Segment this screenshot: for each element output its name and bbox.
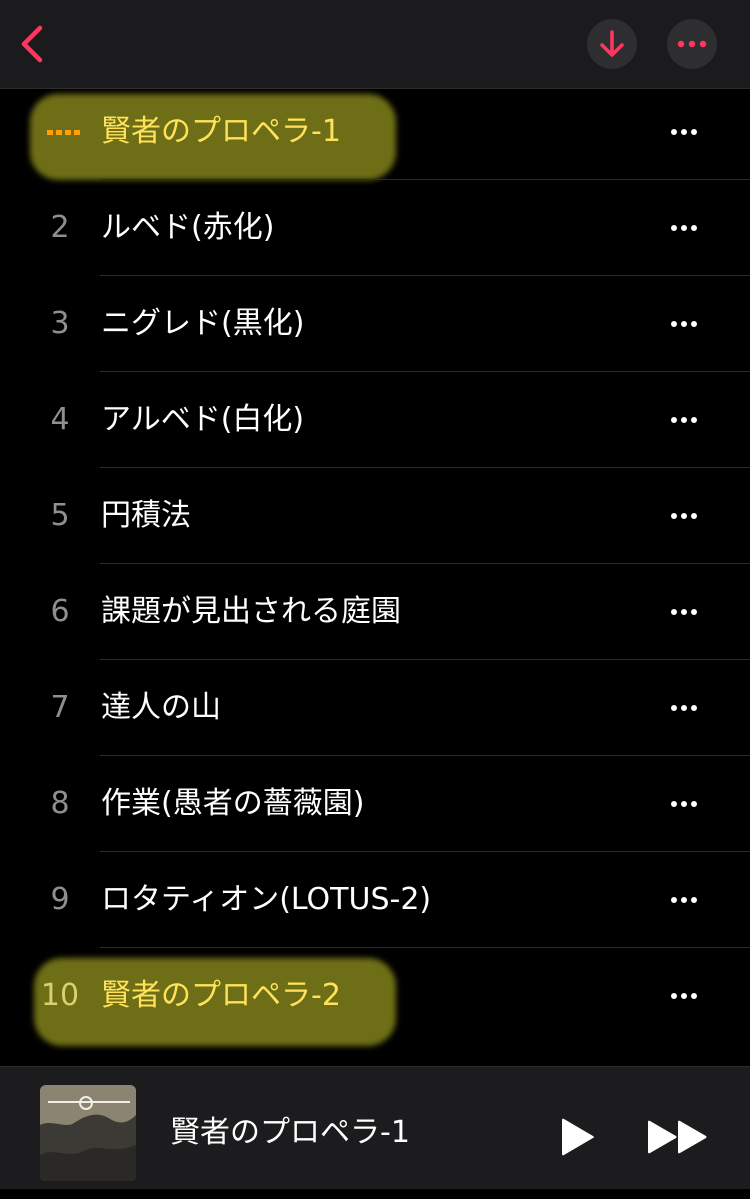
track-row[interactable]: 7 達人の山 xyxy=(0,660,750,756)
track-more-button[interactable] xyxy=(654,690,714,726)
album-art[interactable] xyxy=(40,1085,136,1181)
fast-forward-icon xyxy=(648,1120,707,1154)
track-title: 円積法 xyxy=(101,498,191,533)
now-playing-icon xyxy=(47,130,80,135)
play-icon xyxy=(562,1118,594,1156)
track-row[interactable]: 5 円積法 xyxy=(0,468,750,564)
track-title: ロタティオン(LOTUS-2) xyxy=(101,882,432,917)
track-number: 7 xyxy=(50,690,70,725)
track-more-button[interactable] xyxy=(654,594,714,630)
track-title: ニグレド(黒化) xyxy=(101,306,305,341)
track-title: 達人の山 xyxy=(101,690,221,725)
track-row[interactable]: 8 作業(愚者の薔薇園) xyxy=(0,756,750,852)
track-more-button[interactable] xyxy=(654,210,714,246)
download-button[interactable] xyxy=(587,19,637,69)
more-options-button[interactable] xyxy=(667,19,717,69)
back-button[interactable] xyxy=(10,20,54,68)
track-number: 5 xyxy=(50,498,70,533)
track-number: 10 xyxy=(40,978,80,1013)
track-row[interactable]: 10 賢者のプロペラ-2 xyxy=(0,948,750,1044)
track-more-button[interactable] xyxy=(654,306,714,342)
arrow-down-icon xyxy=(600,30,624,57)
track-row[interactable]: 2 ルベド(赤化) xyxy=(0,180,750,276)
track-title: ルベド(赤化) xyxy=(101,210,275,245)
track-row[interactable]: 6 課題が見出される庭園 xyxy=(0,564,750,660)
now-playing-title[interactable]: 賢者のプロペラ-1 xyxy=(170,1067,410,1199)
track-more-button[interactable] xyxy=(654,114,714,150)
track-row[interactable]: 4 アルベド(白化) xyxy=(0,372,750,468)
track-number: 3 xyxy=(50,306,70,341)
track-title: 課題が見出される庭園 xyxy=(101,594,401,629)
chevron-left-icon xyxy=(21,25,43,63)
track-number: 9 xyxy=(50,882,70,917)
track-row[interactable]: 3 ニグレド(黒化) xyxy=(0,276,750,372)
track-more-button[interactable] xyxy=(654,978,714,1014)
track-number: 6 xyxy=(50,594,70,629)
track-row[interactable]: 9 ロタティオン(LOTUS-2) xyxy=(0,852,750,948)
track-title: アルベド(白化) xyxy=(101,402,305,437)
track-list: 賢者のプロペラ-1 2 ルベド(赤化) 3 ニグレド(黒化) 4 アルベド(白化… xyxy=(0,84,750,1044)
track-title: 賢者のプロペラ-1 xyxy=(101,114,341,149)
track-more-button[interactable] xyxy=(654,786,714,822)
track-number: 4 xyxy=(50,402,70,437)
fast-forward-button[interactable] xyxy=(640,1111,716,1163)
track-more-button[interactable] xyxy=(654,402,714,438)
track-number: 8 xyxy=(50,786,70,821)
track-more-button[interactable] xyxy=(654,882,714,918)
track-row[interactable]: 賢者のプロペラ-1 xyxy=(0,84,750,180)
play-button[interactable] xyxy=(552,1111,604,1163)
ellipsis-icon xyxy=(677,40,707,48)
mini-player: 賢者のプロペラ-1 xyxy=(0,1066,750,1189)
track-title: 作業(愚者の薔薇園) xyxy=(101,786,365,821)
track-title: 賢者のプロペラ-2 xyxy=(101,978,341,1013)
track-number: 2 xyxy=(50,210,70,245)
top-bar xyxy=(0,0,750,89)
track-more-button[interactable] xyxy=(654,498,714,534)
